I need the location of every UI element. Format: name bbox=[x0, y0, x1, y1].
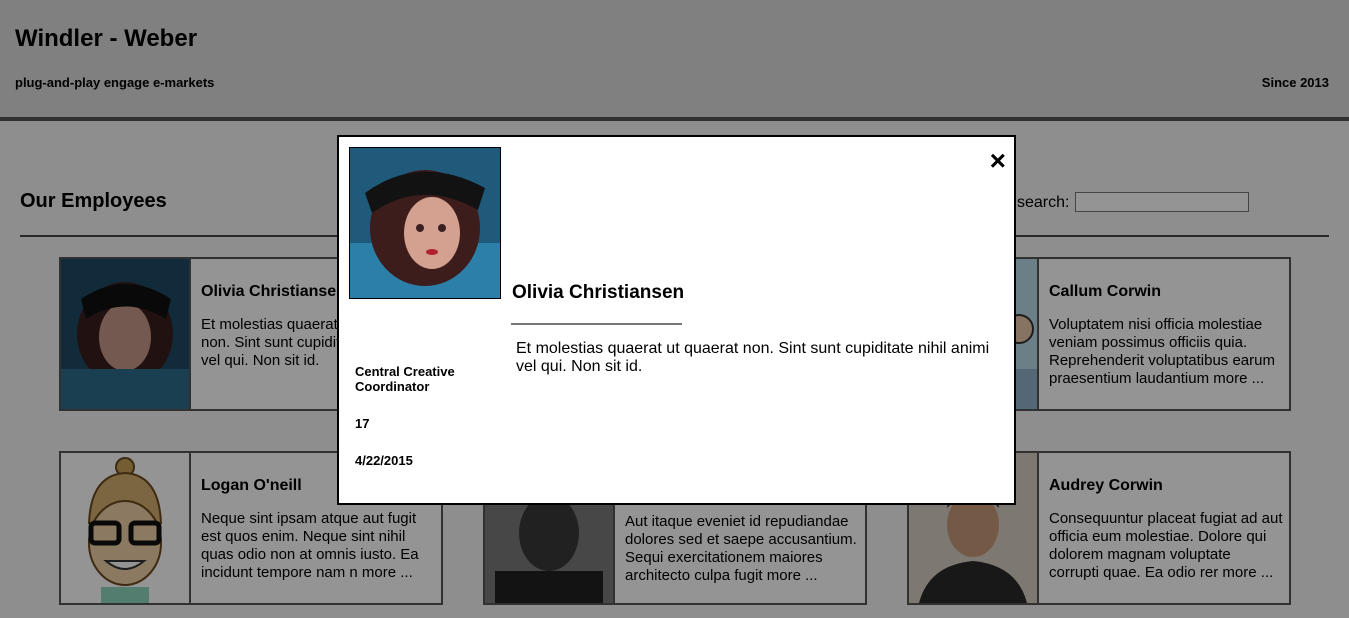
modal-employee-photo bbox=[349, 147, 501, 299]
modal-employee-start-date: 4/22/2015 bbox=[355, 453, 413, 468]
modal-divider bbox=[511, 323, 682, 325]
modal-employee-name: Olivia Christiansen bbox=[512, 282, 685, 303]
modal-employee-age: 17 bbox=[355, 416, 370, 431]
employee-modal: × Olivia Christiansen Et molestias quaer… bbox=[337, 135, 1016, 505]
close-icon[interactable]: × bbox=[990, 147, 1006, 175]
modal-employee-bio: Et molestias quaerat ut quaerat non. Sin… bbox=[516, 340, 990, 375]
modal-employee-title: Central Creative Coordinator bbox=[355, 364, 455, 394]
